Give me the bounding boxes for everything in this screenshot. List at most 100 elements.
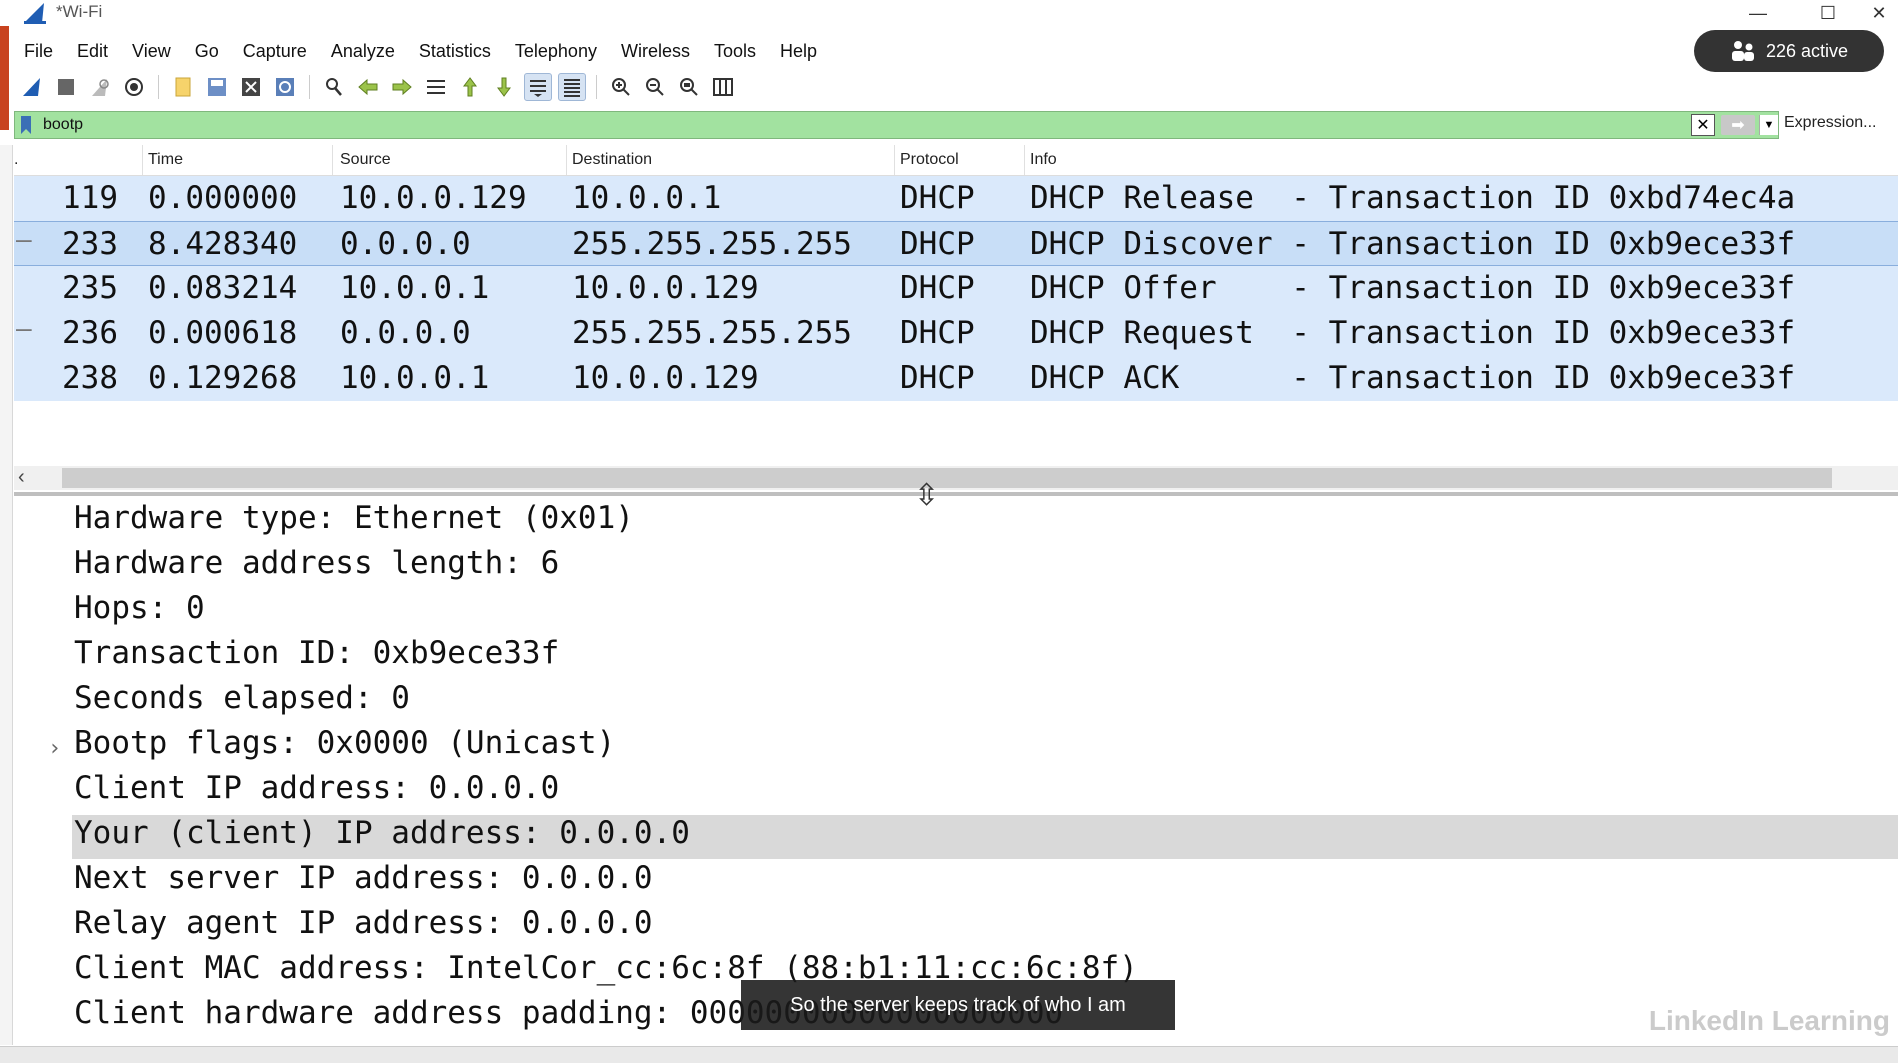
packet-protocol: DHCP [900,226,975,262]
menu-help[interactable]: Help [768,41,829,62]
packet-row[interactable]: 238 0.129268 10.0.0.1 10.0.0.129 DHCP DH… [14,356,1898,401]
zoom-in-icon[interactable] [607,73,635,101]
packet-time: 8.428340 [148,226,298,262]
column-divider[interactable] [142,145,143,175]
column-header-destination[interactable]: Destination [572,151,652,175]
detail-line[interactable]: Transaction ID: 0xb9ece33f [74,635,559,679]
linkedin-learning-watermark: LinkedIn Learning [1648,1005,1890,1036]
detail-line-highlighted[interactable]: Your (client) IP address: 0.0.0.0 [72,815,1898,859]
go-to-packet-icon[interactable] [422,73,450,101]
autoscroll-icon[interactable] [524,73,552,101]
left-gutter [0,145,13,1045]
column-header-info[interactable]: Info [1030,151,1057,175]
packet-number: 233 [62,226,118,262]
column-header-source[interactable]: Source [340,151,391,175]
detail-line[interactable]: Relay agent IP address: 0.0.0.0 [74,905,653,949]
related-packet-marker: — [16,314,32,344]
menu-statistics[interactable]: Statistics [407,41,503,62]
restart-fin-icon[interactable] [86,73,114,101]
menu-wireless[interactable]: Wireless [609,41,702,62]
detail-line[interactable]: Next server IP address: 0.0.0.0 [74,860,653,904]
menu-file[interactable]: File [12,41,65,62]
scrollbar-thumb[interactable] [62,468,1832,488]
go-forward-icon[interactable] [388,73,416,101]
detail-line[interactable]: Seconds elapsed: 0 [74,680,410,724]
packet-row-selected[interactable]: — 233 8.428340 0.0.0.0 255.255.255.255 D… [14,221,1898,266]
toolbar-separator [596,75,597,99]
column-header-no[interactable]: . [14,151,18,175]
detail-line[interactable]: Hardware type: Ethernet (0x01) [74,500,634,544]
column-divider[interactable] [894,145,895,175]
last-packet-icon[interactable] [490,73,518,101]
toolbar-separator [309,75,310,99]
expression-button[interactable]: Expression... [1784,114,1876,132]
filter-history-dropdown-icon[interactable]: ▼ [1759,115,1778,135]
detail-line-expandable[interactable]: Bootp flags: 0x0000 (Unicast) [74,725,615,769]
zoom-out-icon[interactable] [641,73,669,101]
menu-capture[interactable]: Capture [231,41,319,62]
menu-analyze[interactable]: Analyze [319,41,407,62]
resize-columns-icon[interactable] [709,73,737,101]
packet-number: 235 [62,270,118,306]
detail-line[interactable]: Hops: 0 [74,590,205,634]
packet-protocol: DHCP [900,315,975,351]
packet-source: 10.0.0.1 [340,360,490,396]
column-divider[interactable] [566,145,567,175]
active-users-badge[interactable]: 226 active [1694,30,1884,72]
column-divider[interactable] [332,145,333,175]
packet-time: 0.000618 [148,315,298,351]
close-file-icon[interactable] [237,73,265,101]
column-divider[interactable] [1024,145,1025,175]
shark-fin-start-icon[interactable] [18,73,46,101]
bookmark-icon[interactable] [15,114,37,136]
maximize-button[interactable]: ☐ [1800,0,1856,26]
minimize-button[interactable]: — [1730,0,1786,26]
close-button[interactable]: ✕ [1860,0,1898,26]
capture-options-icon[interactable] [120,73,148,101]
reload-icon[interactable] [271,73,299,101]
go-back-icon[interactable] [354,73,382,101]
detail-line[interactable]: Hardware address length: 6 [74,545,559,589]
people-icon [1731,41,1754,61]
packet-protocol: DHCP [900,180,975,216]
menu-edit[interactable]: Edit [65,41,120,62]
menu-telephony[interactable]: Telephony [503,41,609,62]
display-filter-bar: bootp ✕ ➡ ▼ [14,111,1779,139]
packet-info: DHCP Request - Transaction ID 0xb9ece33f [1030,315,1796,351]
menu-go[interactable]: Go [183,41,231,62]
save-file-icon[interactable] [203,73,231,101]
menu-bar: File Edit View Go Capture Analyze Statis… [12,36,829,66]
first-packet-icon[interactable] [456,73,484,101]
column-header-time[interactable]: Time [148,151,183,175]
detail-line[interactable]: Client IP address: 0.0.0.0 [74,770,559,814]
open-file-icon[interactable] [169,73,197,101]
menu-tools[interactable]: Tools [702,41,768,62]
clear-filter-icon[interactable]: ✕ [1691,114,1715,136]
packet-time: 0.129268 [148,360,298,396]
packet-destination: 255.255.255.255 [572,226,852,262]
scroll-left-icon[interactable]: ‹ [18,466,25,489]
packet-time: 0.000000 [148,180,298,216]
menu-view[interactable]: View [120,41,183,62]
display-filter-input[interactable]: bootp [37,116,1691,134]
apply-filter-icon[interactable]: ➡ [1721,115,1755,135]
packet-row[interactable]: 235 0.083214 10.0.0.1 10.0.0.129 DHCP DH… [14,266,1898,311]
packet-list-hscrollbar[interactable]: ‹ [14,466,1898,490]
pane-splitter[interactable] [14,492,1898,496]
stop-square-icon[interactable] [52,73,80,101]
colorize-icon[interactable] [558,73,586,101]
find-icon[interactable] [320,73,348,101]
packet-row[interactable]: 119 0.000000 10.0.0.129 10.0.0.1 DHCP DH… [14,176,1898,221]
packet-list: 119 0.000000 10.0.0.129 10.0.0.1 DHCP DH… [14,176,1898,401]
packet-info: DHCP Discover - Transaction ID 0xb9ece33… [1030,226,1796,262]
zoom-normal-icon[interactable] [675,73,703,101]
packet-info: DHCP Release - Transaction ID 0xbd74ec4a [1030,180,1796,216]
packet-destination: 255.255.255.255 [572,315,852,351]
status-bar [0,1046,1898,1063]
active-count-label: 226 active [1765,40,1849,61]
expand-chevron-icon[interactable]: › [48,736,61,761]
packet-number: 119 [62,180,118,216]
window-title: *Wi-Fi [56,2,103,21]
column-header-protocol[interactable]: Protocol [900,151,959,175]
packet-row[interactable]: — 236 0.000618 0.0.0.0 255.255.255.255 D… [14,311,1898,356]
